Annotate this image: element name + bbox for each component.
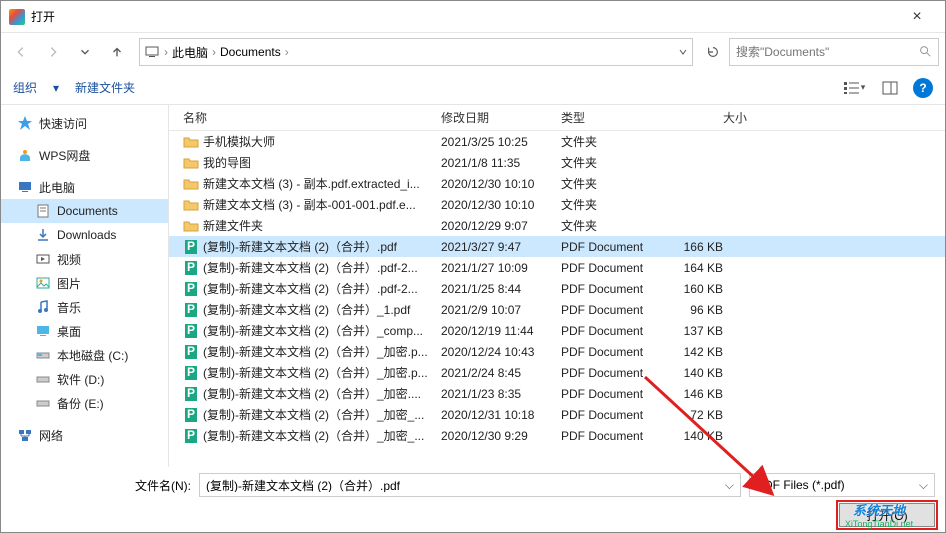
sidebar-item-this-pc[interactable]: 此电脑: [1, 175, 168, 199]
navbar: › 此电脑 › Documents ›: [1, 33, 945, 71]
dropdown-icon[interactable]: ▾: [53, 81, 59, 95]
chevron-right-icon: ›: [285, 45, 289, 59]
refresh-button[interactable]: [701, 40, 725, 64]
sidebar-item-label: 此电脑: [39, 179, 75, 196]
table-row[interactable]: P(复制)-新建文本文档 (2)（合并）.pdf-2...2021/1/27 1…: [169, 257, 945, 278]
sidebar-item-desktop[interactable]: 桌面: [1, 319, 168, 343]
close-icon[interactable]: ×: [897, 8, 937, 26]
svg-text:P: P: [187, 428, 195, 442]
sidebar-item-label: 音乐: [57, 299, 81, 316]
column-type[interactable]: 类型: [555, 109, 673, 126]
titlebar: 打开 ×: [1, 1, 945, 33]
sidebar-item-quick-access[interactable]: 快速访问: [1, 111, 168, 135]
sidebar-item-label: Downloads: [57, 228, 116, 242]
sidebar-item-label: 快速访问: [39, 115, 87, 132]
chevron-down-icon[interactable]: [678, 47, 688, 57]
sidebar-item-label: 本地磁盘 (C:): [57, 347, 128, 364]
breadcrumb[interactable]: › 此电脑 › Documents ›: [139, 38, 693, 66]
view-options-button[interactable]: ▾: [841, 77, 867, 99]
sidebar-item-wps[interactable]: WPS网盘: [1, 143, 168, 167]
sidebar-item-label: 备份 (E:): [57, 395, 104, 412]
column-size[interactable]: 大小: [673, 109, 753, 126]
sidebar-item-disk-e[interactable]: 备份 (E:): [1, 391, 168, 415]
new-folder-button[interactable]: 新建文件夹: [75, 79, 135, 96]
svg-text:P: P: [187, 302, 195, 316]
preview-pane-button[interactable]: [877, 77, 903, 99]
sidebar-item-videos[interactable]: 视频: [1, 247, 168, 271]
table-row[interactable]: P(复制)-新建文本文档 (2)（合并）_comp...2020/12/19 1…: [169, 320, 945, 341]
svg-text:P: P: [187, 281, 195, 295]
sidebar-item-label: 桌面: [57, 323, 81, 340]
file-list: 名称 修改日期 类型 大小 手机模拟大师2021/3/25 10:25文件夹我的…: [169, 105, 945, 467]
table-row[interactable]: P(复制)-新建文本文档 (2)（合并）_1.pdf2021/2/9 10:07…: [169, 299, 945, 320]
svg-text:P: P: [187, 323, 195, 337]
open-button[interactable]: 打开(O): [839, 503, 935, 527]
table-row[interactable]: 新建文件夹2020/12/29 9:07文件夹: [169, 215, 945, 236]
search-input[interactable]: [729, 38, 939, 66]
table-row[interactable]: P(复制)-新建文本文档 (2)（合并）_加密.p...2020/12/24 1…: [169, 341, 945, 362]
window-title: 打开: [31, 8, 897, 25]
sidebar-item-disk-d[interactable]: 软件 (D:): [1, 367, 168, 391]
help-button[interactable]: ?: [913, 78, 933, 98]
search-field[interactable]: [736, 45, 914, 59]
table-row[interactable]: P(复制)-新建文本文档 (2)（合并）_加密_...2020/12/31 10…: [169, 404, 945, 425]
filename-label: 文件名(N):: [11, 477, 191, 494]
table-row[interactable]: 手机模拟大师2021/3/25 10:25文件夹: [169, 131, 945, 152]
table-row[interactable]: P(复制)-新建文本文档 (2)（合并）.pdf-2...2021/1/25 8…: [169, 278, 945, 299]
svg-text:P: P: [187, 260, 195, 274]
table-row[interactable]: 新建文本文档 (3) - 副本-001-001.pdf.e...2020/12/…: [169, 194, 945, 215]
sidebar: 快速访问 WPS网盘 此电脑 Documents Downloads 视频 图片…: [1, 105, 169, 467]
sidebar-item-network[interactable]: 网络: [1, 423, 168, 447]
sidebar-item-label: 软件 (D:): [57, 371, 104, 388]
table-row[interactable]: P(复制)-新建文本文档 (2)（合并）_加密....2021/1/23 8:3…: [169, 383, 945, 404]
breadcrumb-pc[interactable]: 此电脑: [168, 44, 212, 61]
recent-locations-button[interactable]: [71, 38, 99, 66]
chevron-down-icon[interactable]: ⌵: [725, 478, 734, 493]
sidebar-item-label: 图片: [57, 275, 81, 292]
forward-button[interactable]: [39, 38, 67, 66]
filter-value: PDF Files (*.pdf): [756, 478, 845, 492]
sidebar-item-label: 视频: [57, 251, 81, 268]
column-date[interactable]: 修改日期: [435, 109, 555, 126]
breadcrumb-folder[interactable]: Documents: [216, 45, 285, 59]
filename-input[interactable]: [206, 478, 725, 492]
sidebar-item-music[interactable]: 音乐: [1, 295, 168, 319]
sidebar-item-pictures[interactable]: 图片: [1, 271, 168, 295]
sidebar-item-label: 网络: [39, 427, 63, 444]
sidebar-item-disk-c[interactable]: 本地磁盘 (C:): [1, 343, 168, 367]
table-row[interactable]: 我的导图2021/1/8 11:35文件夹: [169, 152, 945, 173]
file-list-header: 名称 修改日期 类型 大小: [169, 105, 945, 131]
dialog-bottom: 文件名(N): ⌵ PDF Files (*.pdf) ⌵ 打开(O) 系统天地…: [1, 467, 945, 531]
svg-text:P: P: [187, 386, 195, 400]
pc-icon: [144, 44, 160, 60]
sidebar-item-downloads[interactable]: Downloads: [1, 223, 168, 247]
search-icon[interactable]: [918, 44, 932, 61]
table-row[interactable]: 新建文本文档 (3) - 副本.pdf.extracted_i...2020/1…: [169, 173, 945, 194]
table-row[interactable]: P(复制)-新建文本文档 (2)（合并）_加密_...2020/12/30 9:…: [169, 425, 945, 446]
toolbar: 组织 ▾ 新建文件夹 ▾ ?: [1, 71, 945, 105]
sidebar-item-label: WPS网盘: [39, 147, 90, 164]
table-row[interactable]: P(复制)-新建文本文档 (2)（合并）.pdf2021/3/27 9:47PD…: [169, 236, 945, 257]
svg-text:P: P: [187, 239, 195, 253]
chevron-down-icon[interactable]: ⌵: [919, 478, 928, 493]
svg-text:P: P: [187, 407, 195, 421]
column-name[interactable]: 名称: [177, 109, 435, 126]
sidebar-item-label: Documents: [57, 204, 118, 218]
sidebar-item-documents[interactable]: Documents: [1, 199, 168, 223]
table-row[interactable]: P(复制)-新建文本文档 (2)（合并）_加密.p...2021/2/24 8:…: [169, 362, 945, 383]
up-button[interactable]: [103, 38, 131, 66]
filename-combo[interactable]: ⌵: [199, 473, 741, 497]
svg-text:P: P: [187, 344, 195, 358]
back-button[interactable]: [7, 38, 35, 66]
app-icon: [9, 9, 25, 25]
filter-combo[interactable]: PDF Files (*.pdf) ⌵: [749, 473, 935, 497]
svg-text:P: P: [187, 365, 195, 379]
organize-button[interactable]: 组织: [13, 79, 37, 96]
